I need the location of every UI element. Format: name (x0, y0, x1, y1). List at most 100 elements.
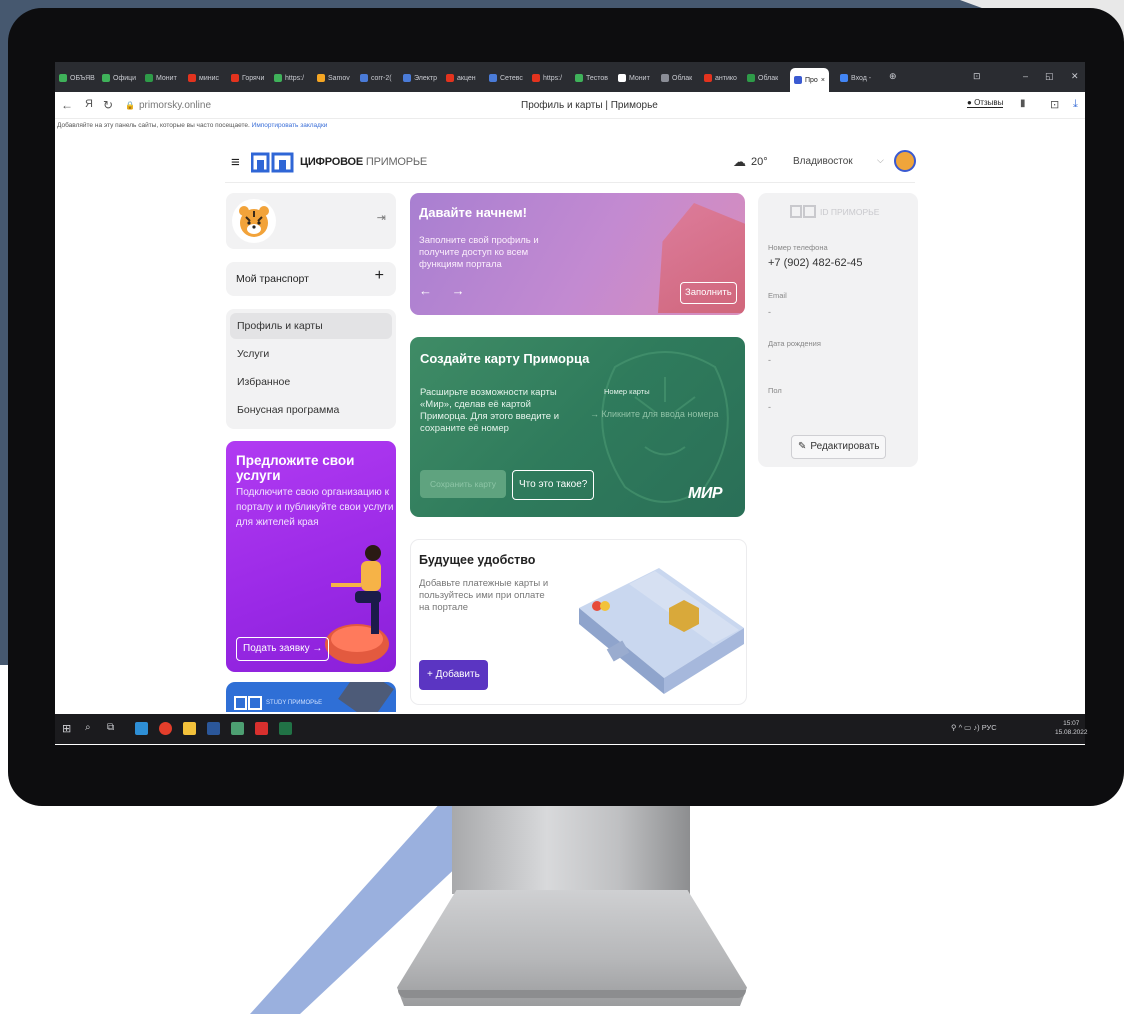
phone-label: Номер телефона (768, 243, 828, 252)
mir-logo: МИР (688, 485, 723, 502)
pdf-icon[interactable] (255, 722, 268, 735)
edit-profile-button[interactable]: ✎ Редактировать (791, 435, 887, 459)
browser-tab[interactable]: Офици (102, 70, 136, 86)
carousel-arrows[interactable]: ← → (419, 283, 473, 298)
monitor-stand-base (397, 890, 747, 1006)
browser-tab[interactable]: Облак (747, 70, 778, 86)
start-text: Заполните свой профиль и получите доступ… (419, 235, 539, 270)
browser-tab[interactable]: ОБЪЯВ (59, 70, 95, 86)
yandex-home-icon[interactable]: Я (85, 98, 93, 110)
logo-bold: ЦИФРОВОЕ (300, 156, 364, 168)
study-primorye-card[interactable]: STUDY ПРИМОРЬЕ (226, 682, 396, 712)
browser-tab[interactable]: corr-2( (360, 70, 392, 86)
browser-tab[interactable]: Samov (317, 70, 350, 86)
word-icon[interactable] (207, 722, 220, 735)
browser-tab[interactable]: Облак (661, 70, 692, 86)
sheet-icon (747, 74, 755, 82)
green-doc-icon (274, 74, 282, 82)
tab-label: https:/ (285, 74, 305, 82)
green-doc-icon (102, 74, 110, 82)
bookmark-icon[interactable]: ▮ (1020, 98, 1026, 109)
offer-title: Предложите свои услуги (236, 453, 355, 483)
orange-icon (317, 74, 325, 82)
tab-label: Монит (156, 74, 177, 82)
back-icon[interactable]: ← (61, 98, 73, 112)
city-select[interactable]: Владивосток (793, 156, 853, 167)
edit-icon: ✎ (798, 441, 807, 452)
restore-icon[interactable]: ◱ (1045, 71, 1054, 82)
mir-text: Расширьте возможности карты «Мир», сдела… (420, 387, 560, 434)
card-number-input[interactable]: → Кликните для ввода номера (590, 409, 719, 419)
windows-start-icon[interactable]: ⊞ (62, 722, 71, 735)
browser-tab[interactable]: Электр (403, 70, 437, 86)
reviews-button[interactable]: ● Отзывы (967, 98, 1004, 108)
browser-tab[interactable]: https:/ (274, 70, 304, 86)
sex-label: Пол (768, 386, 782, 395)
offer-text: Подключите свою организацию к порталу и … (236, 487, 394, 528)
file-explorer-icon[interactable] (183, 722, 196, 735)
sidebar-item-services[interactable]: Услуги (226, 341, 396, 367)
person-illustration (325, 545, 389, 664)
browser-tab[interactable]: антико (704, 70, 737, 86)
email-value: - (768, 307, 771, 317)
url-text: primorsky.online (138, 99, 212, 111)
cp-icon (794, 76, 802, 84)
import-bookmarks-link[interactable]: Импортировать закладки (252, 122, 328, 129)
browser-tab[interactable]: минис (188, 70, 219, 86)
tab-manager-icon[interactable]: ⊡ (973, 71, 981, 82)
chevron-down-icon[interactable]: ⌵ (877, 155, 884, 166)
logo-light: ПРИМОРЬЕ (365, 156, 428, 168)
url-field[interactable]: 🔒 primorsky.online (121, 98, 215, 112)
logo-icon[interactable] (251, 152, 294, 173)
browser-tab[interactable]: акцен (446, 70, 476, 86)
close-window-icon[interactable]: ✕ (1071, 71, 1079, 82)
lock-icon: 🔒 (125, 100, 135, 110)
close-tab-icon[interactable]: × (821, 77, 825, 84)
reload-icon[interactable]: ↻ (103, 98, 113, 112)
tiger-avatar[interactable] (232, 199, 276, 243)
logo-text[interactable]: ЦИФРОВОЕ ПРИМОРЬЕ (300, 156, 427, 168)
tab-label: ОБЪЯВ (70, 74, 95, 82)
save-card-button[interactable]: Сохранить карту (420, 470, 506, 498)
search-icon[interactable]: ⌕ (85, 722, 91, 733)
excel-icon[interactable] (279, 722, 292, 735)
study-logo-icon (234, 696, 262, 710)
tab-label: Облак (672, 74, 693, 82)
yandex-icon (532, 74, 540, 82)
apply-button[interactable]: Подать заявку → (236, 637, 330, 661)
minimize-icon[interactable]: – (1023, 71, 1028, 81)
sidebar-item-bonus[interactable]: Бонусная программа (226, 397, 396, 423)
avatar[interactable] (894, 150, 916, 172)
edit-label: Редактировать (810, 441, 880, 452)
plus-icon[interactable]: + (375, 267, 384, 285)
app-icon-2[interactable] (231, 722, 244, 735)
browser-tab[interactable]: Монит (145, 70, 177, 86)
what-is-it-button[interactable]: Что это такое? (512, 470, 595, 500)
task-view-icon[interactable]: ⧉ (107, 722, 114, 733)
browser-tab[interactable]: https:/ (532, 70, 562, 86)
language-indicator[interactable]: РУС (982, 723, 997, 732)
share-icon[interactable]: ⊡ (1050, 98, 1059, 111)
my-transport-card[interactable]: Мой транспорт + (226, 262, 396, 296)
clock[interactable]: 15:07 15.08.2022 (1055, 719, 1088, 737)
fill-profile-button[interactable]: Заполнить (680, 282, 737, 304)
sidebar-item-favorites[interactable]: Избранное (226, 369, 396, 395)
logout-icon[interactable]: ⇥ (377, 211, 386, 224)
new-tab-icon[interactable]: ⊕ (889, 71, 897, 82)
browser-tab[interactable]: Горячи (231, 70, 264, 86)
browser-tab[interactable]: Вход - (840, 70, 871, 86)
windows-taskbar: ⊞ ⌕ ⧉ ⚲ ^ ▭ ♪) РУС 15:07 15.08.2022 ▢ (55, 714, 1088, 744)
add-card-button[interactable]: + Добавить (419, 660, 488, 690)
yandex-browser-icon[interactable] (159, 722, 172, 735)
browser-tab[interactable]: Тестов (575, 70, 608, 86)
download-icon[interactable]: ⤓ (1073, 98, 1078, 111)
menu-icon[interactable]: ≡ (231, 154, 240, 171)
browser-tab[interactable]: Монит (618, 70, 650, 86)
browser-tab[interactable]: Про × (790, 68, 829, 92)
browser-tab[interactable]: Сетевс (489, 70, 523, 86)
system-tray[interactable]: ⚲ ^ ▭ ♪) РУС (951, 723, 997, 732)
app-icon-1[interactable] (135, 722, 148, 735)
address-bar: ← Я ↻ 🔒 primorsky.online Профиль и карты… (55, 92, 1085, 119)
id-logo-icon (790, 205, 816, 218)
sidebar-item-profile[interactable]: Профиль и карты (230, 313, 392, 339)
